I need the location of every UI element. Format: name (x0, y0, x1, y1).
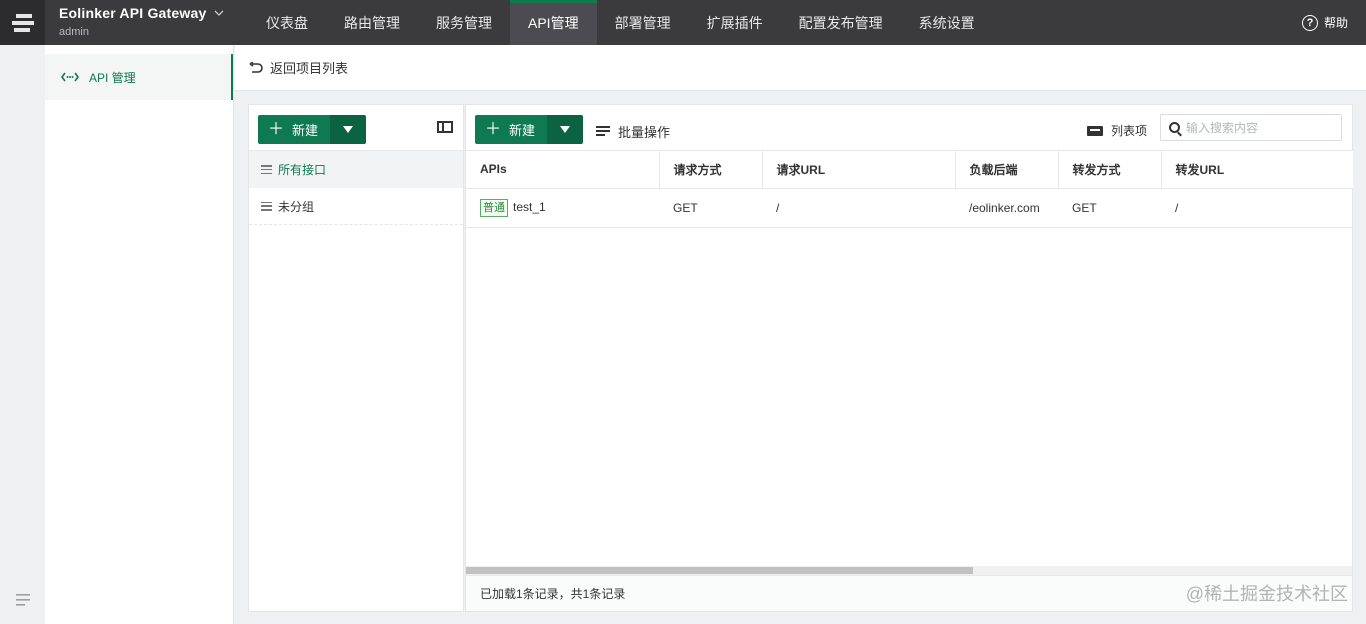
nav-api-management[interactable]: API管理 (510, 0, 597, 45)
list-icon (261, 201, 272, 211)
new-group-label: 新建 (292, 123, 319, 138)
back-to-projects-link[interactable]: 返回项目列表 (270, 58, 348, 77)
columns-icon (1087, 125, 1103, 136)
logo-icon (11, 13, 34, 32)
caret-down-icon (560, 126, 571, 133)
brand-title: Eolinker API Gateway (59, 5, 207, 21)
columns-button[interactable]: 列表项 (1087, 122, 1147, 139)
scrollbar-thumb[interactable] (466, 567, 973, 574)
forward-url-cell: / (1161, 188, 1353, 228)
column-header-method[interactable]: 请求方式 (659, 151, 763, 189)
api-toolbar: ＋ 新建 批量操作 列表项 (466, 105, 1352, 151)
side-item-api-management[interactable]: API 管理 (45, 54, 233, 100)
nav-system-settings[interactable]: 系统设置 (901, 0, 993, 45)
column-header-apis[interactable]: APIs (466, 151, 660, 189)
nav-plugins[interactable]: 扩展插件 (689, 0, 781, 45)
new-group-button[interactable]: ＋ 新建 (258, 115, 331, 144)
api-list-panel: ＋ 新建 批量操作 列表项 APIs (465, 104, 1353, 612)
collapse-menu-icon[interactable] (16, 594, 30, 609)
forward-method-cell: GET (1058, 188, 1161, 228)
logo[interactable] (0, 0, 45, 45)
back-arrow-icon (249, 61, 263, 73)
api-table: APIs 请求方式 请求URL 负载后端 转发方式 转发URL 普通 test_1… (466, 151, 1353, 228)
batch-operation-label: 批量操作 (618, 125, 671, 140)
group-toolbar: ＋ 新建 (249, 105, 463, 151)
nav-config-publish[interactable]: 配置发布管理 (781, 0, 901, 45)
plus-icon: ＋ (268, 120, 285, 138)
subheader: 返回项目列表 (235, 45, 1366, 91)
new-api-button[interactable]: ＋ 新建 (475, 115, 548, 144)
table-header-row: APIs 请求方式 请求URL 负载后端 转发方式 转发URL (466, 151, 1353, 189)
caret-down-icon (343, 126, 354, 133)
column-header-url[interactable]: 请求URL (762, 151, 956, 189)
chevron-down-icon (214, 10, 224, 16)
help-button[interactable]: ? 帮助 (1301, 0, 1348, 45)
backend-cell: /eolinker.com (955, 188, 1058, 228)
api-name[interactable]: test_1 (513, 200, 546, 214)
group-item-label: 所有接口 (278, 163, 327, 177)
search-box (1160, 114, 1342, 141)
new-api-split-button: ＋ 新建 (475, 115, 584, 144)
sidebar-toggle-icon[interactable] (437, 121, 453, 133)
top-navbar: Eolinker API Gateway admin 仪表盘 路由管理 服务管理… (0, 0, 1366, 45)
search-input[interactable] (1186, 120, 1336, 135)
batch-operation-button[interactable]: 批量操作 (596, 122, 670, 141)
batch-list-icon (596, 126, 610, 137)
api-icon (61, 72, 79, 82)
table-row[interactable]: 普通 test_1 GET / /eolinker.com GET / (466, 188, 1353, 228)
column-header-forward-url[interactable]: 转发URL (1161, 151, 1353, 189)
method-cell: GET (659, 188, 762, 228)
column-header-backend[interactable]: 负载后端 (955, 151, 1059, 189)
columns-label: 列表项 (1111, 124, 1148, 138)
help-icon: ? (1301, 14, 1318, 31)
workspace-switcher[interactable]: Eolinker API Gateway admin (59, 5, 224, 38)
new-api-dropdown[interactable] (547, 115, 584, 144)
nav-services[interactable]: 服务管理 (418, 0, 510, 45)
nav-routes[interactable]: 路由管理 (326, 0, 418, 45)
current-user: admin (59, 26, 89, 38)
new-api-label: 新建 (509, 123, 536, 138)
api-name-cell[interactable]: 普通 test_1 (466, 188, 659, 228)
nav-dashboard[interactable]: 仪表盘 (248, 0, 326, 45)
group-item-label: 未分组 (278, 199, 315, 214)
new-group-split-button: ＋ 新建 (258, 115, 367, 144)
url-cell: / (762, 188, 955, 228)
search-icon (1169, 122, 1180, 133)
help-label: 帮助 (1323, 16, 1348, 30)
horizontal-scrollbar[interactable] (466, 566, 1352, 575)
side-menu: API 管理 (45, 45, 234, 624)
new-group-dropdown[interactable] (330, 115, 367, 144)
list-icon (261, 165, 272, 174)
left-rail (0, 45, 45, 624)
group-item-all[interactable]: 所有接口 (249, 151, 463, 188)
watermark: @稀土掘金技术社区 (1185, 584, 1348, 604)
main-nav: 仪表盘 路由管理 服务管理 API管理 部署管理 扩展插件 配置发布管理 系统设… (248, 0, 993, 45)
api-type-badge: 普通 (480, 198, 508, 217)
column-header-forward-method[interactable]: 转发方式 (1058, 151, 1162, 189)
plus-icon: ＋ (485, 120, 502, 138)
side-item-label: API 管理 (89, 70, 136, 85)
nav-deployments[interactable]: 部署管理 (597, 0, 689, 45)
group-item-ungrouped[interactable]: 未分组 (249, 188, 463, 225)
group-panel: ＋ 新建 所有接口 未分组 (248, 104, 464, 612)
